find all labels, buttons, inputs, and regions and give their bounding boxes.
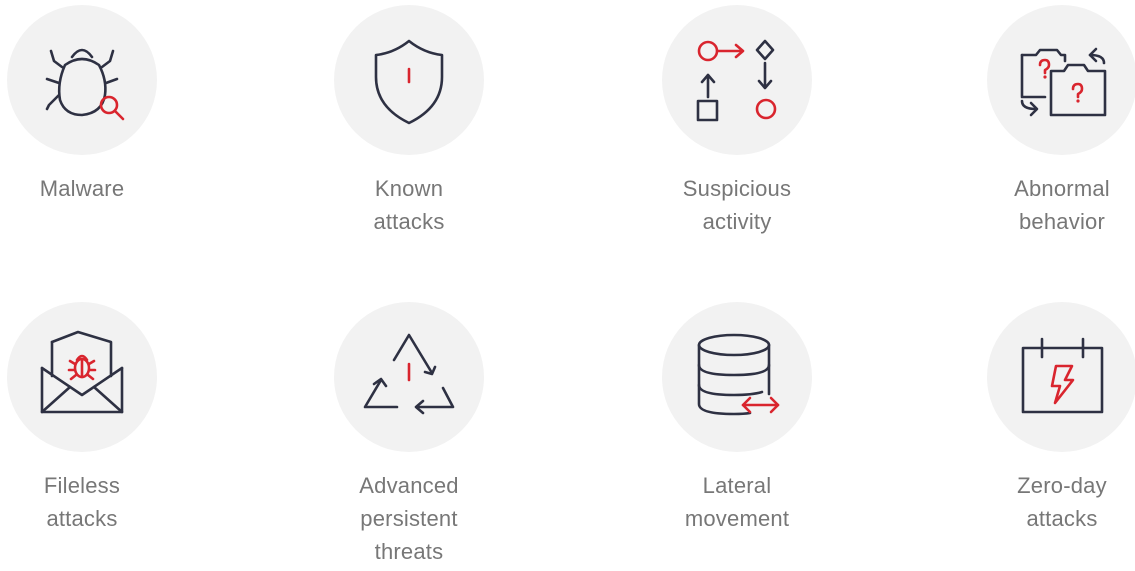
bug-magnifier-icon bbox=[45, 48, 125, 121]
threat-label: Known attacks bbox=[373, 176, 445, 234]
threat-label: Malware bbox=[39, 176, 125, 201]
icon-circle bbox=[334, 5, 484, 155]
icon-circle bbox=[7, 302, 157, 452]
flowchart-icon bbox=[696, 39, 777, 122]
icon-circle bbox=[987, 302, 1135, 452]
calendar-lightning-icon bbox=[1021, 337, 1104, 414]
icon-circle bbox=[987, 5, 1135, 155]
database-arrows-icon bbox=[697, 333, 780, 416]
shield-alert-icon bbox=[374, 39, 444, 125]
email-bug-icon bbox=[40, 330, 124, 414]
threat-label: Lateral movement bbox=[684, 473, 790, 531]
swap-folders-icon bbox=[1020, 47, 1107, 117]
threat-label: Suspicious activity bbox=[682, 176, 792, 234]
threat-label: Advanced persistent threats bbox=[359, 473, 459, 564]
icon-circle bbox=[334, 302, 484, 452]
icon-circle bbox=[662, 5, 812, 155]
threat-label: Zero-day attacks bbox=[1017, 473, 1107, 531]
icon-circle bbox=[7, 5, 157, 155]
threat-label: Abnormal behavior bbox=[1014, 176, 1110, 234]
threat-label: Fileless attacks bbox=[43, 473, 121, 531]
recycle-alert-icon bbox=[363, 333, 455, 415]
icon-circle bbox=[662, 302, 812, 452]
